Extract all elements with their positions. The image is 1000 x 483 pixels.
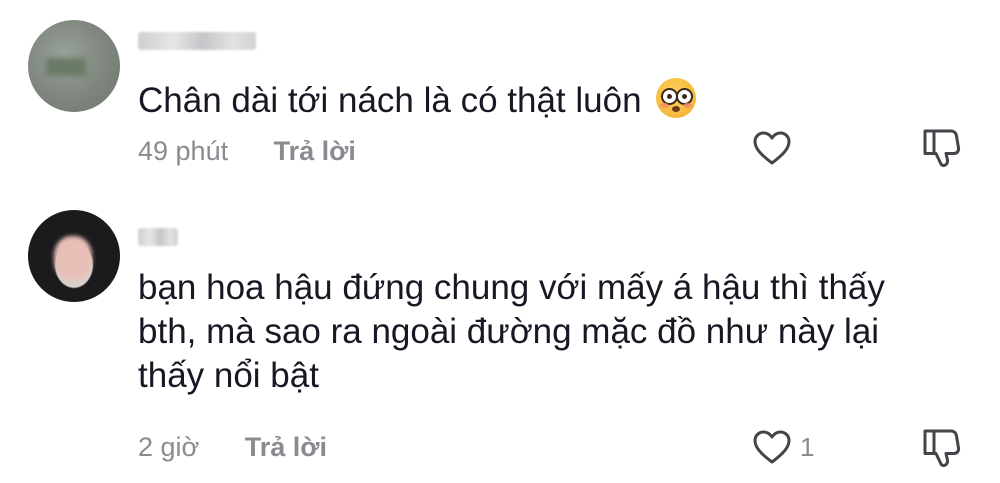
username-blurred[interactable] <box>138 32 256 50</box>
comment-meta: 2 giờ Trả lời <box>138 432 327 463</box>
username-blurred[interactable] <box>138 228 178 246</box>
reply-button[interactable]: Trả lời <box>245 432 327 462</box>
comment-item: bạn hoa hậu đứng chung với mấy á hậu thì… <box>0 200 1000 483</box>
comment-meta: 49 phút Trả lời <box>138 136 356 167</box>
thumbs-down-icon <box>923 429 961 467</box>
comment-text: Chân dài tới nách là có thật luôn <box>138 78 948 123</box>
heart-outline-icon <box>753 430 791 464</box>
reply-button[interactable]: Trả lời <box>274 136 356 166</box>
dislike-button[interactable] <box>920 127 962 174</box>
comment-text: bạn hoa hậu đứng chung với mấy á hậu thì… <box>138 268 885 395</box>
like-count: 1 <box>800 431 815 462</box>
timestamp: 49 phút <box>138 136 229 166</box>
avatar[interactable] <box>28 20 120 112</box>
heart-outline-icon <box>753 131 791 165</box>
dislike-button[interactable] <box>920 427 962 474</box>
timestamp: 2 giờ <box>138 432 200 462</box>
avatar[interactable] <box>28 210 120 302</box>
thumbs-down-icon <box>923 129 961 167</box>
flushed-face-emoji <box>655 78 696 118</box>
like-button[interactable]: 1 <box>752 429 814 465</box>
like-button[interactable] <box>752 130 800 166</box>
comment-item: Chân dài tới nách là có thật luôn 49 phú… <box>0 0 1000 200</box>
